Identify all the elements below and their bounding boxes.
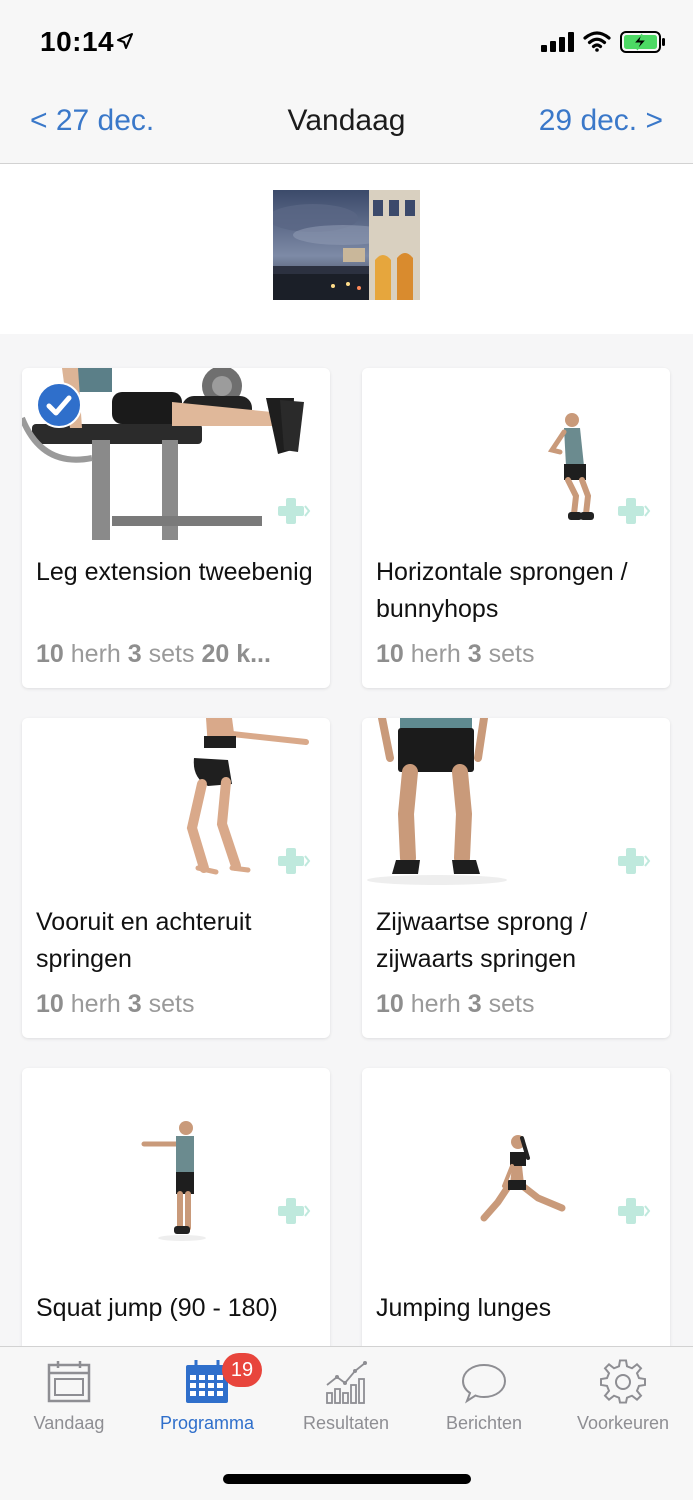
exercise-card-jumping-lunges[interactable]: Jumping lunges [362, 1068, 670, 1346]
exercise-title: Horizontale sprongen / bunnyhops [376, 558, 628, 623]
exercise-title: Jumping lunges [376, 1294, 552, 1322]
exercise-card-bunnyhops[interactable]: Horizontale sprongen / bunnyhops 10 herh… [362, 368, 670, 688]
exercise-card-vooruit-achteruit[interactable]: Vooruit en achteruit springen 10 herh 3 … [22, 718, 330, 1038]
exercise-title: Vooruit en achteruit springen [36, 908, 252, 973]
exercise-meta: 10 herh 3 sets [36, 990, 195, 1018]
status-time: 10:14 [40, 26, 115, 57]
exercise-card-squat-jump[interactable]: Squat jump (90 - 180) [22, 1068, 330, 1346]
header-photo[interactable] [273, 190, 420, 300]
exercise-meta: 10 herh 3 sets [376, 640, 535, 668]
tab-label: Berichten [445, 1413, 523, 1433]
exercise-title: Squat jump (90 - 180) [36, 1294, 278, 1322]
location-arrow-icon [117, 33, 133, 49]
tab-label: Vandaag [33, 1413, 105, 1433]
notification-badge: 19 [222, 1353, 262, 1387]
exercise-card-zijwaartse-sprong[interactable]: Zijwaartse sprong / zijwaarts springen 1… [362, 718, 670, 1038]
completed-check-icon [36, 382, 82, 428]
exercise-title: Zijwaartse sprong / zijwaarts springen [376, 908, 588, 973]
tab-voorkeuren[interactable]: Voorkeuren [554, 1347, 692, 1447]
add-plus-icon[interactable] [278, 496, 312, 526]
calendar-today-icon [47, 1361, 91, 1403]
tab-label: Programma [159, 1413, 255, 1433]
gear-icon [600, 1359, 646, 1404]
battery-charging-icon [620, 31, 665, 53]
add-plus-icon[interactable] [618, 846, 652, 876]
status-bar: 10:14 [0, 0, 693, 82]
cellular-signal-icon [541, 32, 574, 52]
chart-icon [326, 1361, 367, 1404]
add-plus-icon[interactable] [278, 846, 312, 876]
exercise-card-leg-extension[interactable]: Leg extension tweebenig 10 herh 3 sets 2… [22, 368, 330, 688]
tab-programma[interactable]: 19 Programma [138, 1347, 276, 1447]
add-plus-icon[interactable] [618, 1196, 652, 1226]
tab-resultaten[interactable]: Resultaten [277, 1347, 415, 1447]
home-indicator[interactable] [223, 1474, 471, 1484]
tab-berichten[interactable]: Berichten [415, 1347, 553, 1447]
add-plus-icon[interactable] [278, 1196, 312, 1226]
header-photo-area [0, 164, 693, 334]
wifi-icon [583, 31, 611, 52]
add-plus-icon[interactable] [618, 496, 652, 526]
program-content[interactable]: Leg extension tweebenig 10 herh 3 sets 2… [0, 164, 693, 1346]
exercise-title: Leg extension tweebenig [36, 558, 313, 586]
tab-label: Voorkeuren [576, 1413, 670, 1433]
exercise-meta: 10 herh 3 sets 20 k... [36, 640, 271, 668]
speech-bubble-icon [461, 1363, 507, 1404]
tab-label: Resultaten [302, 1413, 390, 1433]
date-navigation-bar: < 27 dec. Vandaag 29 dec. > [0, 82, 693, 164]
tab-vandaag[interactable]: Vandaag [0, 1347, 138, 1447]
screen: 10:14 < 27 dec. Vandaag 29 dec. > Leg ex… [0, 0, 693, 1500]
exercise-meta: 10 herh 3 sets [376, 990, 535, 1018]
next-day-button[interactable]: 29 dec. > [539, 104, 663, 138]
